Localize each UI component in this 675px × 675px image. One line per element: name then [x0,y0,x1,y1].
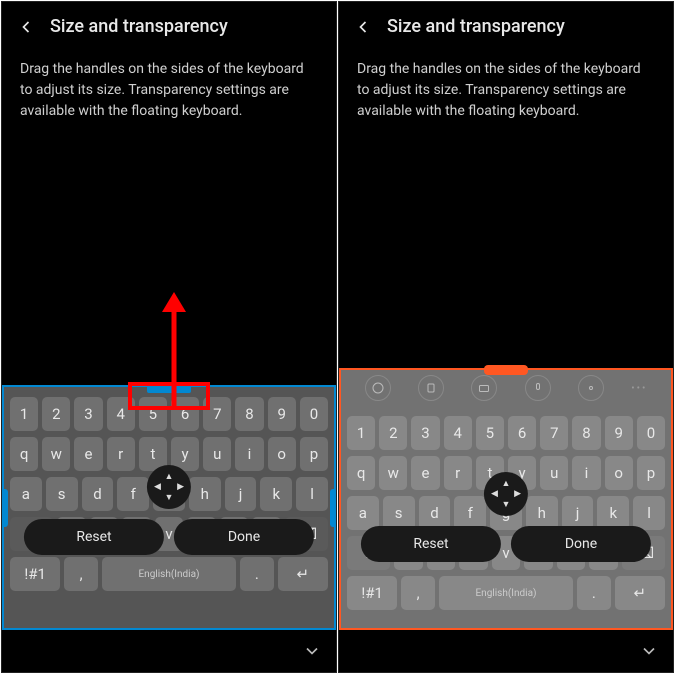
key-8[interactable]: 8 [572,416,600,450]
keyboard-preview: 1234567890 qwertyuiop asdfghjkl ⇧ zxcvbn… [2,385,336,630]
nav-bar [2,630,336,672]
dpad-right-icon: ▶ [177,482,184,492]
key-1[interactable]: 1 [347,416,375,450]
header-bar: Size and transparency [339,2,673,45]
dpad-down-icon: ▼ [165,492,174,503]
spacebar[interactable]: English(India) [439,576,573,610]
key-8[interactable]: 8 [235,397,263,431]
resize-handle-top[interactable] [484,365,528,375]
page-title: Size and transparency [387,16,565,37]
more-icon[interactable]: ••• [631,383,647,394]
comma-key[interactable]: , [64,557,98,591]
reset-button[interactable]: Reset [361,526,501,562]
dpad-up-icon: ▲ [165,471,174,482]
symbols-key[interactable]: !#1 [347,576,397,610]
comma-key[interactable]: , [401,576,435,610]
key-7[interactable]: 7 [540,416,568,450]
resize-handle-left[interactable] [2,489,8,527]
mic-icon[interactable] [525,375,551,401]
hide-keyboard-icon[interactable] [302,641,322,661]
move-dpad[interactable]: ▲ ▼ ◀ ▶ [147,465,191,509]
key-3[interactable]: 3 [411,416,439,450]
keyboard-preview: ••• 1234567890 qwertyuiop asdfghjkl ⇧ zx… [339,368,673,630]
key-4[interactable]: 4 [444,416,472,450]
page-title: Size and transparency [50,16,228,37]
screenshot-right: Size and transparency Drag the handles o… [338,1,674,673]
spacebar-row: !#1 , English(India) . ↵ [10,557,328,591]
highlight-box-annotation [128,382,210,410]
overlay-controls: ▲ ▼ ◀ ▶ Reset Done [14,465,324,555]
period-key[interactable]: . [240,557,274,591]
resize-handle-right[interactable] [330,489,336,527]
done-button[interactable]: Done [174,519,314,555]
dpad-right-icon: ▶ [514,489,521,499]
back-icon[interactable] [16,17,36,37]
dpad-left-icon: ◀ [491,489,498,499]
settings-icon[interactable] [578,375,604,401]
enter-key[interactable]: ↵ [615,576,665,610]
number-row: 1234567890 [347,416,665,450]
key-9[interactable]: 9 [268,397,296,431]
move-dpad[interactable]: ▲ ▼ ◀ ▶ [484,472,528,516]
back-icon[interactable] [353,17,373,37]
keyboard-toolbar-inset: ••• [341,370,671,406]
key-5[interactable]: 5 [476,416,504,450]
key-0[interactable]: 0 [637,416,665,450]
key-9[interactable]: 9 [605,416,633,450]
spacebar[interactable]: English(India) [102,557,236,591]
key-0[interactable]: 0 [300,397,328,431]
key-2[interactable]: 2 [379,416,407,450]
done-button[interactable]: Done [511,526,651,562]
symbols-key[interactable]: !#1 [10,557,60,591]
enter-key[interactable]: ↵ [278,557,328,591]
spacebar-row: !#1 , English(India) . ↵ [347,576,665,610]
dpad-up-icon: ▲ [502,478,511,489]
reset-button[interactable]: Reset [24,519,164,555]
hide-keyboard-icon[interactable] [639,641,659,661]
screenshot-left: Size and transparency Drag the handles o… [1,1,337,673]
dpad-down-icon: ▼ [502,499,511,510]
emoji-icon[interactable] [365,375,391,401]
period-key[interactable]: . [577,576,611,610]
key-6[interactable]: 6 [508,416,536,450]
key-1[interactable]: 1 [10,397,38,431]
overlay-controls: ▲ ▼ ◀ ▶ Reset Done [351,472,661,562]
keyboard-mode-icon[interactable] [471,375,497,401]
description-text: Drag the handles on the sides of the key… [339,45,673,122]
key-2[interactable]: 2 [42,397,70,431]
key-3[interactable]: 3 [74,397,102,431]
nav-bar [339,630,673,672]
dpad-left-icon: ◀ [154,482,161,492]
clipboard-icon[interactable] [418,375,444,401]
header-bar: Size and transparency [2,2,336,45]
description-text: Drag the handles on the sides of the key… [2,45,336,122]
